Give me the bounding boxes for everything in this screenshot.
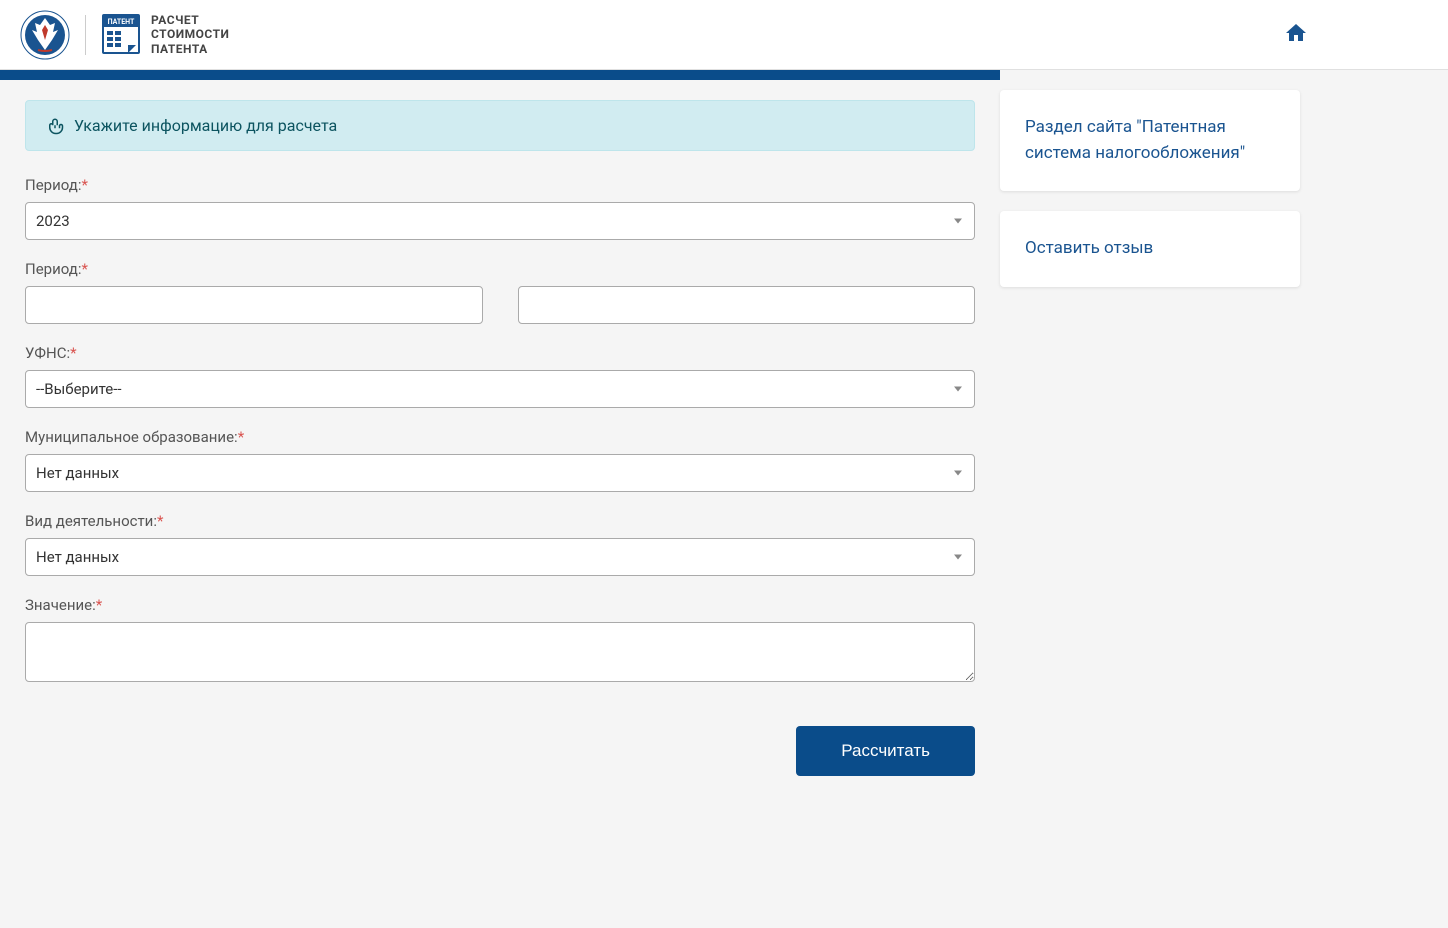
- sidebar-card-patent-section: Раздел сайта "Патентная система налогооб…: [1000, 90, 1300, 191]
- sidebar-link-feedback[interactable]: Оставить отзыв: [1025, 238, 1153, 258]
- sidebar-card-feedback: Оставить отзыв: [1000, 211, 1300, 287]
- header: ПАТЕНТ РАСЧЕТ СТОИМОСТИ ПАТЕНТА: [0, 0, 1448, 70]
- content-wrapper: Укажите информацию для расчета Период:* …: [0, 70, 1448, 816]
- period-year-label: Период:*: [25, 176, 975, 194]
- sidebar-link-patent-section[interactable]: Раздел сайта "Патентная система налогооб…: [1025, 117, 1245, 163]
- sidebar: Раздел сайта "Патентная система налогооб…: [1000, 70, 1350, 816]
- calculate-button[interactable]: Рассчитать: [796, 726, 975, 776]
- activity-type-select[interactable]: Нет данных: [25, 538, 975, 576]
- patent-logo: ПАТЕНТ РАСЧЕТ СТОИМОСТИ ПАТЕНТА: [101, 13, 229, 56]
- home-icon[interactable]: [1284, 21, 1428, 49]
- municipality-label: Муниципальное образование:*: [25, 428, 975, 446]
- value-label: Значение:*: [25, 596, 975, 614]
- ufns-label: УФНС:*: [25, 344, 975, 362]
- header-title: РАСЧЕТ СТОИМОСТИ ПАТЕНТА: [151, 13, 229, 56]
- value-group: Значение:*: [25, 596, 975, 686]
- ufns-group: УФНС:* --Выберите--: [25, 344, 975, 408]
- period-range-group: Период:*: [25, 260, 975, 324]
- button-container: Рассчитать: [25, 726, 975, 776]
- main-content: Укажите информацию для расчета Период:* …: [0, 70, 1000, 816]
- hand-down-icon: [46, 117, 64, 135]
- period-year-select[interactable]: 2023: [25, 202, 975, 240]
- blue-bar: [0, 70, 1000, 80]
- banner-text: Укажите информацию для расчета: [74, 116, 337, 135]
- svg-text:ПАТЕНТ: ПАТЕНТ: [108, 18, 135, 26]
- period-to-input[interactable]: [518, 286, 976, 324]
- emblem-icon: [20, 10, 70, 60]
- activity-type-label: Вид деятельности:*: [25, 512, 975, 530]
- form-container: Укажите информацию для расчета Период:* …: [0, 80, 1000, 796]
- patent-doc-icon: ПАТЕНТ: [101, 13, 141, 55]
- municipality-select[interactable]: Нет данных: [25, 454, 975, 492]
- ufns-select[interactable]: --Выберите--: [25, 370, 975, 408]
- activity-type-group: Вид деятельности:* Нет данных: [25, 512, 975, 576]
- info-banner: Укажите информацию для расчета: [25, 100, 975, 151]
- period-range-label: Период:*: [25, 260, 975, 278]
- period-range-row: [25, 286, 975, 324]
- header-left: ПАТЕНТ РАСЧЕТ СТОИМОСТИ ПАТЕНТА: [20, 10, 229, 60]
- period-year-group: Период:* 2023: [25, 176, 975, 240]
- municipality-group: Муниципальное образование:* Нет данных: [25, 428, 975, 492]
- header-divider: [85, 15, 86, 55]
- value-textarea[interactable]: [25, 622, 975, 682]
- period-from-input[interactable]: [25, 286, 483, 324]
